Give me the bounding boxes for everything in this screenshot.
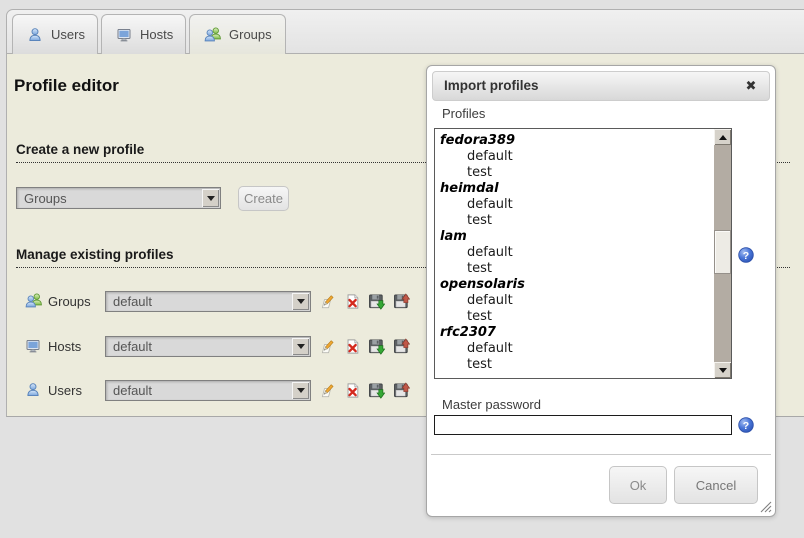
profile-type-select-value: Groups (24, 188, 200, 208)
row-label-users: Users (48, 380, 82, 402)
host-icon (25, 338, 41, 354)
help-icon: ? (738, 417, 754, 433)
master-password-label: Master password (442, 397, 541, 412)
profile-group-header: lam (440, 229, 714, 245)
dialog-titlebar[interactable]: Import profiles ✖ (432, 71, 770, 101)
export-profile-button[interactable] (368, 293, 385, 310)
scroll-up-icon[interactable] (714, 129, 731, 145)
profile-list-item[interactable]: test (440, 309, 714, 325)
export-icon (368, 338, 385, 355)
import-profiles-dialog: Import profiles ✖ Profiles fedora389defa… (426, 65, 776, 517)
tab-users[interactable]: Users (12, 14, 98, 54)
help-icon: ? (738, 247, 754, 263)
host-icon (116, 27, 132, 43)
group-icon (204, 27, 221, 43)
profile-list-item[interactable]: default (440, 149, 714, 165)
dropdown-arrow-icon (202, 189, 219, 207)
dropdown-arrow-icon (292, 338, 309, 355)
ok-button[interactable]: Ok (609, 466, 667, 504)
dialog-title: Import profiles (444, 72, 539, 100)
delete-profile-button[interactable] (344, 382, 361, 399)
page-background: Users Hosts (0, 0, 804, 538)
import-profile-button[interactable] (393, 338, 410, 355)
edit-icon (319, 293, 336, 310)
profile-list-item[interactable]: default (440, 341, 714, 357)
profile-group-header: heimdal (440, 181, 714, 197)
profile-list-item[interactable]: test (440, 357, 714, 373)
dialog-close-button[interactable]: ✖ (739, 73, 763, 99)
listbox-scrollbar[interactable] (714, 129, 731, 378)
export-profile-button[interactable] (368, 338, 385, 355)
edit-icon (319, 338, 336, 355)
profile-list-item[interactable]: test (440, 213, 714, 229)
row-label-hosts: Hosts (48, 336, 81, 358)
edit-profile-button[interactable] (319, 338, 336, 355)
hosts-profile-select[interactable]: default (105, 336, 311, 357)
master-password-input[interactable] (434, 415, 732, 435)
svg-text:?: ? (743, 420, 749, 432)
import-profile-button[interactable] (393, 382, 410, 399)
export-icon (368, 293, 385, 310)
profiles-listbox[interactable]: fedora389defaulttestheimdaldefaulttestla… (434, 128, 732, 379)
buttonpane-divider (431, 454, 771, 455)
tab-hosts-label: Hosts (140, 27, 173, 42)
profiles-label: Profiles (442, 106, 485, 121)
profile-list-item[interactable]: default (440, 293, 714, 309)
users-profile-select[interactable]: default (105, 380, 311, 401)
groups-profile-select[interactable]: default (105, 291, 311, 312)
master-password-help-button[interactable]: ? (738, 417, 754, 433)
svg-text:?: ? (743, 250, 749, 262)
scrollbar-thumb[interactable] (714, 230, 731, 274)
edit-profile-button[interactable] (319, 382, 336, 399)
tab-hosts[interactable]: Hosts (101, 14, 186, 54)
resize-handle-icon[interactable] (760, 501, 772, 513)
dropdown-arrow-icon (292, 293, 309, 310)
profiles-help-button[interactable]: ? (738, 247, 754, 263)
profile-group-header: rfc2307 (440, 325, 714, 341)
export-icon (368, 382, 385, 399)
profile-list-item[interactable]: default (440, 197, 714, 213)
export-profile-button[interactable] (368, 382, 385, 399)
profile-group-header: opensolaris (440, 277, 714, 293)
group-icon (25, 293, 42, 309)
tab-users-label: Users (51, 27, 85, 42)
page-title: Profile editor (14, 76, 119, 96)
close-icon: ✖ (746, 78, 757, 94)
profile-row-hosts: Hosts default (0, 336, 430, 358)
user-icon (25, 382, 41, 398)
import-profile-button[interactable] (393, 293, 410, 310)
import-icon (393, 382, 410, 399)
profile-type-select[interactable]: Groups (16, 187, 221, 209)
edit-profile-button[interactable] (319, 293, 336, 310)
import-icon (393, 338, 410, 355)
cancel-button[interactable]: Cancel (674, 466, 758, 504)
delete-icon (344, 382, 361, 399)
scroll-down-icon[interactable] (714, 362, 731, 378)
create-button[interactable]: Create (238, 186, 289, 211)
dropdown-arrow-icon (292, 382, 309, 399)
tab-groups[interactable]: Groups (189, 14, 286, 54)
user-icon (27, 27, 43, 43)
profile-list-item[interactable]: test (440, 261, 714, 277)
row-label-groups: Groups (48, 291, 91, 313)
tab-groups-label: Groups (229, 27, 272, 42)
import-icon (393, 293, 410, 310)
delete-profile-button[interactable] (344, 338, 361, 355)
profile-row-groups: Groups default (0, 291, 430, 313)
delete-profile-button[interactable] (344, 293, 361, 310)
profile-list-item[interactable]: test (440, 165, 714, 181)
profile-row-users: Users default (0, 380, 430, 402)
tab-bar: Users Hosts (6, 9, 804, 54)
delete-icon (344, 338, 361, 355)
profiles-list: fedora389defaulttestheimdaldefaulttestla… (435, 129, 714, 378)
delete-icon (344, 293, 361, 310)
profile-group-header: fedora389 (440, 133, 714, 149)
profile-list-item[interactable]: default (440, 245, 714, 261)
edit-icon (319, 382, 336, 399)
